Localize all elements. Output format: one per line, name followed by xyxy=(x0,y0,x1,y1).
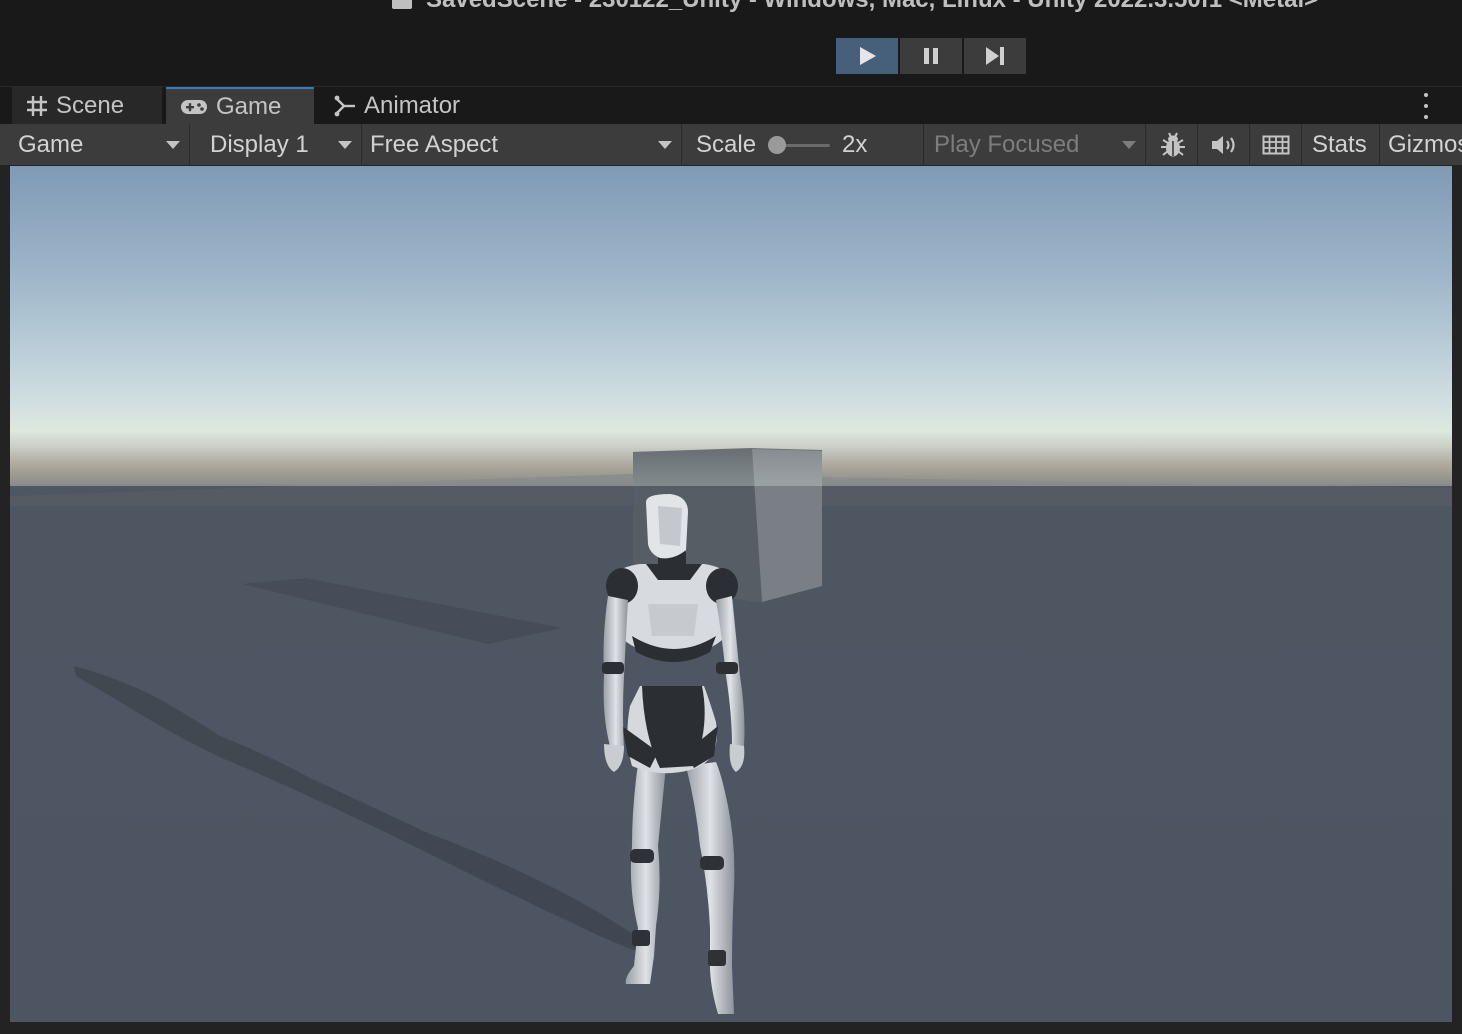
scene-grid-icon xyxy=(27,96,47,116)
scale-slider[interactable] xyxy=(768,135,831,155)
game-viewport[interactable] xyxy=(10,166,1452,1022)
tab-menu-kebab-icon[interactable] xyxy=(1416,93,1436,119)
tab-scene-label: Scene xyxy=(56,92,125,119)
aspect-value: Free Aspect xyxy=(370,131,499,158)
display-dropdown[interactable]: Display 1 xyxy=(190,124,362,166)
window-title: SavedScene - 230122_Unity - Windows, Mac… xyxy=(392,0,1318,14)
gizmos-toggle[interactable]: Gizmos xyxy=(1380,124,1462,166)
bug-icon xyxy=(1160,132,1185,157)
frame-debugger-button[interactable] xyxy=(1148,124,1198,166)
play-button[interactable] xyxy=(836,38,898,74)
mute-audio-button[interactable] xyxy=(1198,124,1250,166)
gamepad-icon xyxy=(181,100,207,114)
game-render xyxy=(10,426,1452,1014)
scale-slider-thumb[interactable] xyxy=(768,136,787,154)
character-shadow xyxy=(74,666,650,956)
shortcuts-button[interactable] xyxy=(1250,124,1302,166)
pause-button[interactable] xyxy=(900,38,962,74)
stats-label: Stats xyxy=(1312,131,1367,158)
tab-animator-label: Animator xyxy=(364,92,461,119)
play-focus-dropdown[interactable]: Play Focused xyxy=(924,124,1146,166)
window-title-text: SavedScene - 230122_Unity - Windows, Mac… xyxy=(426,0,1318,13)
editor-tab-strip: Scene Game Animator xyxy=(0,86,1462,125)
game-view-type-dropdown[interactable]: Game xyxy=(8,124,190,166)
scale-label: Scale xyxy=(696,131,757,158)
chevron-down-icon xyxy=(1122,141,1136,149)
playmode-controls xyxy=(836,38,1026,74)
scale-control: Scale 2x xyxy=(682,124,924,166)
scene-file-icon xyxy=(392,0,412,9)
left-panel-edge xyxy=(0,166,10,1022)
game-view-type-value: Game xyxy=(18,131,84,158)
cube-shadow xyxy=(242,578,562,644)
title-bar: SavedScene - 230122_Unity - Windows, Mac… xyxy=(0,0,1462,86)
tab-game[interactable]: Game xyxy=(166,87,314,125)
pause-icon xyxy=(924,48,938,64)
horizon-haze xyxy=(10,426,1452,486)
animator-icon xyxy=(334,95,355,117)
status-bar xyxy=(0,1022,1462,1034)
play-icon xyxy=(860,47,876,65)
step-icon xyxy=(986,47,1004,65)
speaker-icon xyxy=(1211,136,1235,154)
gizmos-label: Gizmos xyxy=(1388,131,1462,158)
tab-scene[interactable]: Scene xyxy=(12,87,162,125)
tab-animator[interactable]: Animator xyxy=(320,87,520,125)
right-panel-edge xyxy=(1452,166,1462,1022)
chevron-down-icon xyxy=(338,141,352,149)
aspect-ratio-dropdown[interactable]: Free Aspect xyxy=(362,124,682,166)
stats-toggle[interactable]: Stats xyxy=(1302,124,1380,166)
step-button[interactable] xyxy=(964,38,1026,74)
keyboard-icon xyxy=(1262,135,1289,155)
tab-game-label: Game xyxy=(216,93,282,120)
display-value: Display 1 xyxy=(210,131,309,158)
chevron-down-icon xyxy=(658,141,672,149)
play-focus-value: Play Focused xyxy=(934,131,1080,158)
scale-value: 2x xyxy=(842,131,868,158)
game-view-toolbar: Game Display 1 Free Aspect Scale 2x Play… xyxy=(0,124,1462,166)
chevron-down-icon xyxy=(166,141,180,149)
